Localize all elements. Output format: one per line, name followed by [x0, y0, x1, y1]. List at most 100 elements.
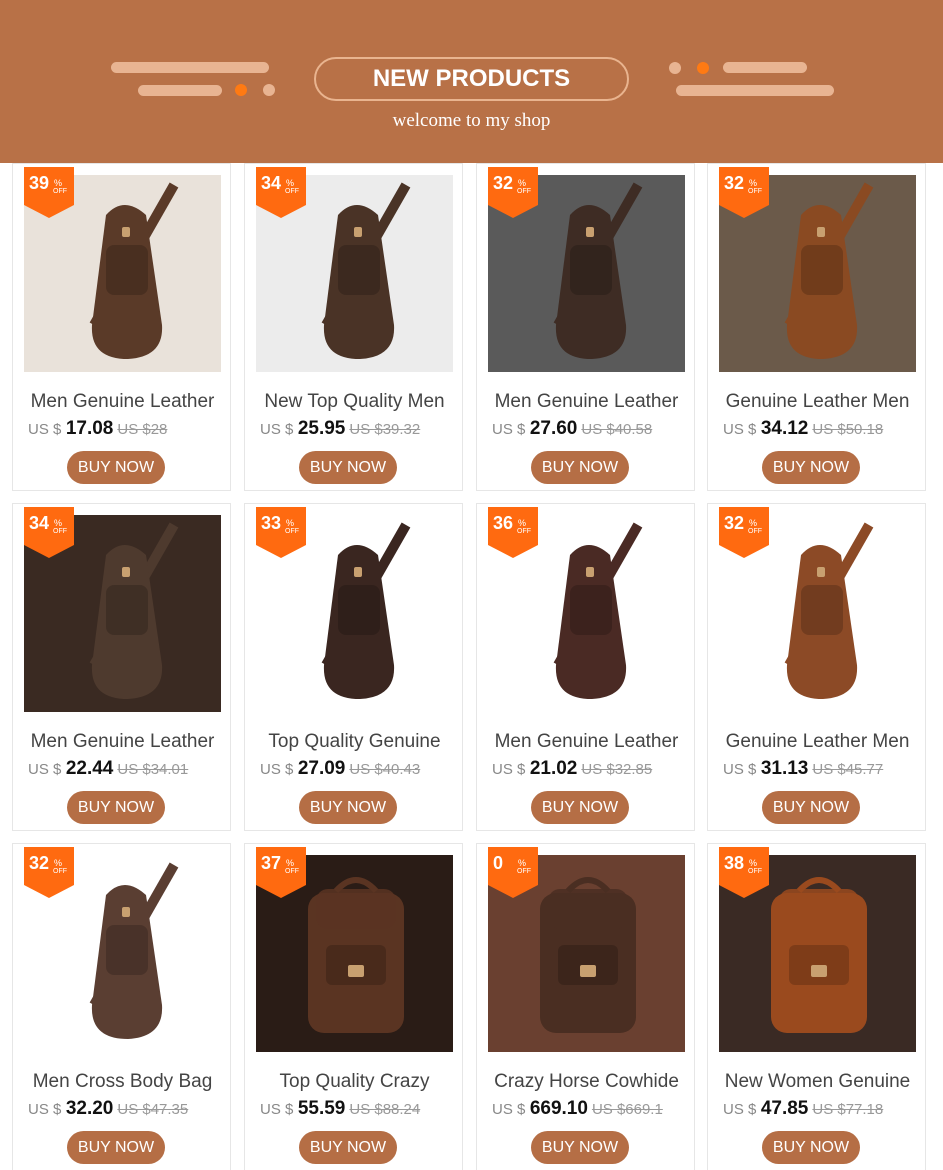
- product-card[interactable]: 34% OFF Men Genuine Leather US $ 22.44 US $3…: [12, 503, 231, 831]
- price-row: US $ 27.09 US $40.43: [260, 758, 460, 780]
- price-row: US $ 32.20 US $47.35: [28, 1098, 228, 1120]
- discount-off-label: OFF: [517, 528, 531, 535]
- product-card[interactable]: 39% OFF Men Genuine Leather US $ 17.08 US $2…: [12, 163, 231, 491]
- product-name[interactable]: Men Cross Body Bag: [13, 1071, 232, 1093]
- discount-badge: 37% OFF: [256, 847, 306, 898]
- buy-now-button[interactable]: BUY NOW: [762, 791, 860, 824]
- price-row: US $ 34.12 US $50.18: [723, 418, 923, 440]
- product-card[interactable]: 36% OFF Men Genuine Leather US $ 21.02 US $3…: [476, 503, 695, 831]
- product-card[interactable]: 32% OFF Genuine Leather Men US $ 31.13 US $4…: [707, 503, 926, 831]
- product-name[interactable]: Men Genuine Leather: [477, 391, 696, 413]
- sale-price: 22.44: [65, 758, 114, 779]
- product-card[interactable]: 32% OFF Men Genuine Leather US $ 27.60 US $4…: [476, 163, 695, 491]
- currency-label: US $: [28, 761, 62, 778]
- product-card[interactable]: 32% OFF Genuine Leather Men US $ 34.12 US $5…: [707, 163, 926, 491]
- product-card[interactable]: 0% OFF Crazy Horse Cowhide US $ 669.10 US $6…: [476, 843, 695, 1170]
- sale-price: 669.10: [529, 1098, 588, 1119]
- product-name[interactable]: Genuine Leather Men: [708, 731, 927, 753]
- product-name[interactable]: Men Genuine Leather: [13, 391, 232, 413]
- buy-now-button[interactable]: BUY NOW: [299, 1131, 397, 1164]
- decor-line: [138, 85, 222, 96]
- currency-label: US $: [28, 1101, 62, 1118]
- discount-percent-sign: %: [749, 178, 758, 188]
- discount-value: 0: [493, 853, 504, 873]
- discount-off-label: OFF: [517, 188, 531, 195]
- buy-now-button[interactable]: BUY NOW: [67, 791, 165, 824]
- discount-off-label: OFF: [517, 868, 531, 875]
- product-name[interactable]: New Women Genuine: [708, 1071, 927, 1093]
- currency-label: US $: [723, 1101, 757, 1118]
- currency-label: US $: [492, 761, 526, 778]
- discount-percent-sign: %: [749, 858, 758, 868]
- buy-now-button[interactable]: BUY NOW: [762, 451, 860, 484]
- original-price: US $45.77: [812, 761, 884, 778]
- original-price: US $47.35: [117, 1101, 189, 1118]
- price-row: US $ 21.02 US $32.85: [492, 758, 692, 780]
- buy-now-button[interactable]: BUY NOW: [762, 1131, 860, 1164]
- original-price: US $40.43: [349, 761, 421, 778]
- discount-off-label: OFF: [748, 528, 762, 535]
- price-row: US $ 25.95 US $39.32: [260, 418, 460, 440]
- decor-line: [676, 85, 834, 96]
- sale-price: 34.12: [760, 418, 809, 439]
- discount-percent-sign: %: [518, 178, 527, 188]
- currency-label: US $: [260, 421, 294, 438]
- price-row: US $ 669.10 US $669.1: [492, 1098, 692, 1120]
- section-title: NEW PRODUCTS: [372, 65, 571, 92]
- product-name[interactable]: Men Genuine Leather: [13, 731, 232, 753]
- discount-off-label: OFF: [748, 868, 762, 875]
- discount-value: 34: [29, 513, 50, 533]
- product-card[interactable]: 34% OFF New Top Quality Men US $ 25.95 US $3…: [244, 163, 463, 491]
- product-name[interactable]: New Top Quality Men: [245, 391, 464, 413]
- product-name[interactable]: Genuine Leather Men: [708, 391, 927, 413]
- buy-now-button[interactable]: BUY NOW: [531, 1131, 629, 1164]
- buy-now-button[interactable]: BUY NOW: [299, 451, 397, 484]
- discount-off-label: OFF: [53, 188, 67, 195]
- buy-now-button[interactable]: BUY NOW: [299, 791, 397, 824]
- discount-off-label: OFF: [285, 188, 299, 195]
- discount-badge: 34% OFF: [256, 167, 306, 218]
- discount-value: 36: [493, 513, 514, 533]
- discount-percent-sign: %: [54, 178, 63, 188]
- discount-off-label: OFF: [53, 528, 67, 535]
- original-price: US $28: [117, 421, 168, 438]
- price-row: US $ 47.85 US $77.18: [723, 1098, 923, 1120]
- section-title-box: NEW PRODUCTS: [314, 57, 629, 101]
- product-card[interactable]: 32% OFF Men Cross Body Bag US $ 32.20 US $47…: [12, 843, 231, 1170]
- buy-now-button[interactable]: BUY NOW: [67, 451, 165, 484]
- discount-value: 34: [261, 173, 282, 193]
- price-row: US $ 22.44 US $34.01: [28, 758, 228, 780]
- decor-line: [723, 62, 807, 73]
- discount-value: 38: [724, 853, 745, 873]
- currency-label: US $: [260, 1101, 294, 1118]
- price-row: US $ 31.13 US $45.77: [723, 758, 923, 780]
- discount-badge: 36% OFF: [488, 507, 538, 558]
- discount-badge: 32% OFF: [719, 507, 769, 558]
- decor-dot: [263, 84, 275, 96]
- product-card[interactable]: 37% OFF Top Quality Crazy US $ 55.59 US $88.…: [244, 843, 463, 1170]
- product-name[interactable]: Crazy Horse Cowhide: [477, 1071, 696, 1093]
- buy-now-button[interactable]: BUY NOW: [67, 1131, 165, 1164]
- buy-now-button[interactable]: BUY NOW: [531, 451, 629, 484]
- decor-dot: [697, 62, 709, 74]
- buy-now-button[interactable]: BUY NOW: [531, 791, 629, 824]
- product-name[interactable]: Top Quality Genuine: [245, 731, 464, 753]
- discount-badge: 33% OFF: [256, 507, 306, 558]
- discount-value: 39: [29, 173, 50, 193]
- product-name[interactable]: Men Genuine Leather: [477, 731, 696, 753]
- discount-badge: 0% OFF: [488, 847, 538, 898]
- section-subtitle: welcome to my shop: [392, 110, 551, 131]
- original-price: US $77.18: [812, 1101, 884, 1118]
- price-row: US $ 17.08 US $28: [28, 418, 228, 440]
- original-price: US $39.32: [349, 421, 421, 438]
- original-price: US $40.58: [581, 421, 653, 438]
- discount-off-label: OFF: [53, 868, 67, 875]
- product-name[interactable]: Top Quality Crazy: [245, 1071, 464, 1093]
- discount-value: 32: [493, 173, 514, 193]
- original-price: US $34.01: [117, 761, 189, 778]
- discount-off-label: OFF: [285, 528, 299, 535]
- decor-dot: [235, 84, 247, 96]
- product-card[interactable]: 33% OFF Top Quality Genuine US $ 27.09 US $4…: [244, 503, 463, 831]
- sale-price: 55.59: [297, 1098, 346, 1119]
- product-card[interactable]: 38% OFF New Women Genuine US $ 47.85 US $77.…: [707, 843, 926, 1170]
